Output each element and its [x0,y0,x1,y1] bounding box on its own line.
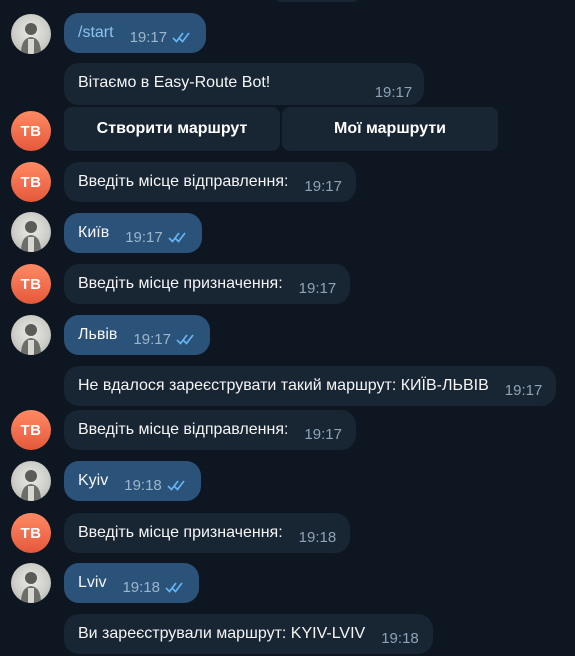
user-photo-icon [21,324,41,355]
double-check-icon [172,32,190,43]
user-photo-icon [21,470,41,501]
previous-message-edge [272,0,362,2]
message-in[interactable]: Вітаємо в Easy-Route Bot! 19:17 [64,63,425,105]
message-text[interactable]: Вітаємо в Easy-Route Bot! [78,74,270,92]
chat-area: /start 19:17 Вітаємо в Easy-Route Bot! 1… [0,0,575,656]
message-time: 19:17 [125,228,163,246]
message-time: 19:17 [304,425,342,443]
double-check-icon [167,480,185,491]
my-routes-button[interactable]: Мої маршрути [282,107,498,151]
message-in[interactable]: Не вдалося зареєструвати такий маршрут: … [64,366,557,406]
user-photo-icon [21,221,41,252]
user-photo-icon [21,572,41,603]
user-avatar[interactable] [11,212,51,252]
message-in[interactable]: Ви зареєстрували маршрут: KYIV-LVIV 19:1… [64,614,433,654]
message-time: 19:17 [129,28,168,46]
message-text[interactable]: Kyiv [78,472,108,490]
bot-avatar[interactable]: TB [11,410,51,450]
double-check-icon [165,582,183,593]
message-in[interactable]: Введіть місце призначення: 19:18 [64,513,351,553]
message-text[interactable]: /start [78,24,114,42]
message-out[interactable]: Львів 19:17 [64,315,210,355]
message-text[interactable]: Введіть місце призначення: [78,524,283,542]
message-text[interactable]: Ви зареєстрували маршрут: KYIV-LVIV [78,625,365,643]
message-text[interactable]: Львів [78,326,117,344]
message-out[interactable]: Lviv 19:18 [64,563,199,603]
message-time: 19:18 [122,578,160,596]
message-time: 19:17 [504,381,543,399]
message-time: 19:17 [374,84,413,101]
message-time: 19:18 [381,629,419,647]
message-text[interactable]: Введіть місце відправлення: [78,173,288,191]
bot-avatar[interactable]: TB [11,111,51,151]
message-out[interactable]: /start 19:17 [64,13,207,53]
user-avatar[interactable] [11,461,51,501]
message-out[interactable]: Київ 19:17 [64,213,202,253]
user-avatar[interactable] [11,563,51,603]
message-text[interactable]: Введіть місце відправлення: [78,421,288,439]
message-in[interactable]: Введіть місце призначення: 19:17 [64,264,351,304]
double-check-icon [176,334,194,345]
message-text[interactable]: Введіть місце призначення: [78,275,283,293]
user-photo-icon [21,23,41,54]
message-in[interactable]: Введіть місце відправлення: 19:17 [64,410,356,450]
message-time: 19:17 [133,330,171,348]
message-in[interactable]: Введіть місце відправлення: 19:17 [64,162,356,202]
user-avatar[interactable] [11,14,51,54]
message-out[interactable]: Kyiv 19:18 [64,461,201,501]
create-route-button[interactable]: Створити маршрут [64,107,280,151]
bot-avatar[interactable]: TB [11,513,51,553]
message-time: 19:18 [298,528,337,546]
message-text[interactable]: Не вдалося зареєструвати такий маршрут: … [78,377,489,395]
message-time: 19:18 [124,476,162,494]
bot-avatar[interactable]: TB [11,264,51,304]
message-time: 19:17 [304,177,342,195]
message-time: 19:17 [298,279,337,297]
message-text[interactable]: Lviv [78,574,106,592]
double-check-icon [168,232,186,243]
bot-avatar[interactable]: TB [11,162,51,202]
user-avatar[interactable] [11,315,51,355]
message-text[interactable]: Київ [78,224,109,242]
